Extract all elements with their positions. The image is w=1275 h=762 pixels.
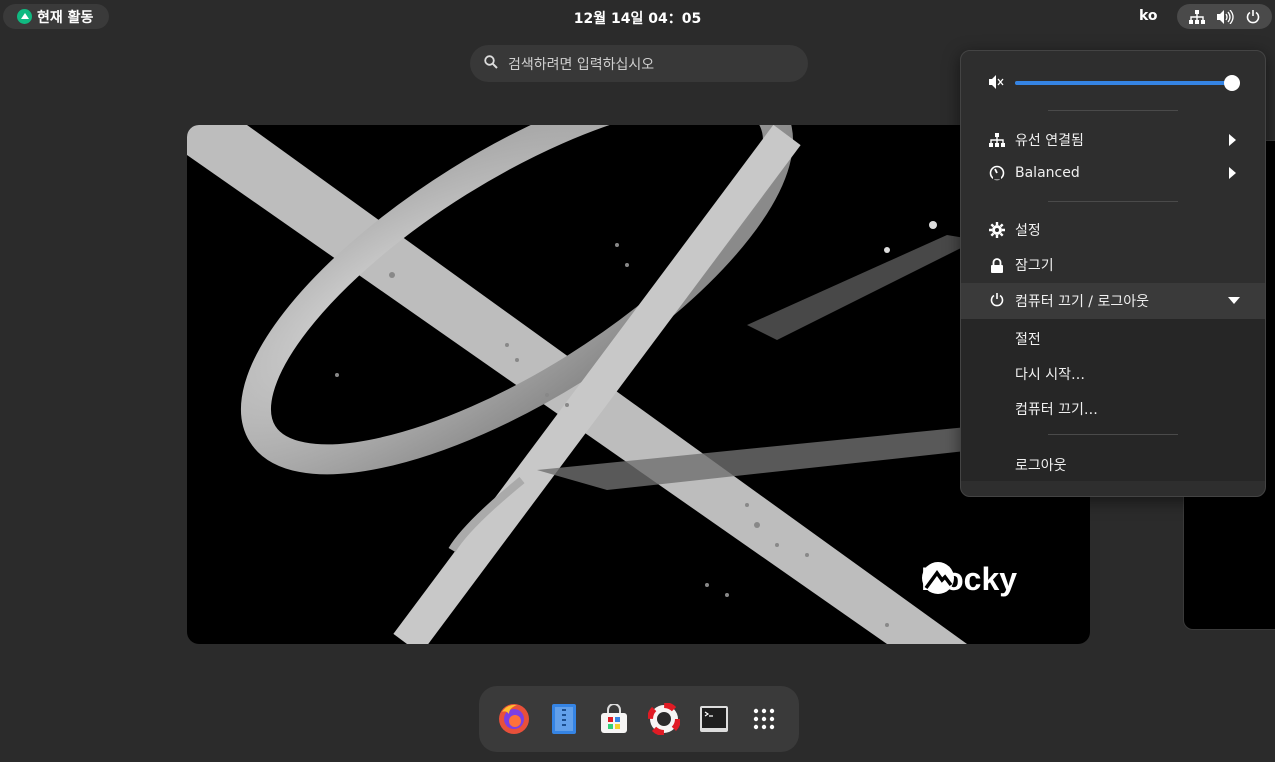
- power-off-logout-item[interactable]: 컴퓨터 끄기 / 로그아웃: [961, 283, 1265, 319]
- network-icon: [1189, 9, 1205, 24]
- lock-item[interactable]: 잠그기: [961, 248, 1265, 282]
- volume-slider-fill: [1015, 81, 1232, 85]
- power-submenu: 절전 다시 시작… 컴퓨터 끄기… 로그아웃: [961, 319, 1265, 481]
- settings-label: 설정: [1015, 223, 1041, 239]
- input-language-indicator[interactable]: ko: [1139, 8, 1158, 24]
- settings-item[interactable]: 설정: [961, 213, 1265, 247]
- show-apps-icon[interactable]: [746, 701, 782, 737]
- wired-connection-item[interactable]: 유선 연결됨: [961, 123, 1265, 157]
- help-icon[interactable]: [646, 701, 682, 737]
- text-editor-icon[interactable]: [546, 701, 582, 737]
- power-off-logout-label: 컴퓨터 끄기 / 로그아웃: [1015, 294, 1149, 310]
- network-icon: [989, 132, 1005, 148]
- logout-item[interactable]: 로그아웃: [1015, 455, 1067, 475]
- volume-icon: [1217, 9, 1234, 24]
- power-mode-label: Balanced: [1015, 165, 1080, 181]
- top-bar: 현재 활동 12월 14일 04：05 ko: [0, 0, 1275, 34]
- wired-connection-label: 유선 연결됨: [1015, 133, 1084, 149]
- dash: [479, 686, 799, 752]
- rocky-brand: Rocky: [921, 561, 1017, 598]
- expanded-arrow-icon: [1228, 297, 1240, 304]
- menu-separator: [1048, 110, 1178, 111]
- software-icon[interactable]: [596, 701, 632, 737]
- power-profile-icon: [989, 165, 1005, 181]
- clock-label: 12월 14일 04：05: [573, 11, 702, 27]
- search-entry[interactable]: 검색하려면 입력하십시오: [470, 45, 808, 82]
- volume-muted-icon[interactable]: [988, 74, 1004, 94]
- system-tray[interactable]: [1177, 4, 1272, 29]
- power-off-item[interactable]: 컴퓨터 끄기…: [1015, 399, 1098, 419]
- gear-icon: [989, 222, 1005, 238]
- restart-item[interactable]: 다시 시작…: [1015, 364, 1085, 384]
- power-icon: [989, 292, 1005, 308]
- clock[interactable]: 12월 14일 04：05: [0, 8, 1275, 28]
- firefox-icon[interactable]: [496, 701, 532, 737]
- power-icon: [1246, 9, 1260, 24]
- submenu-arrow-icon: [1229, 167, 1236, 179]
- submenu-arrow-icon: [1229, 134, 1236, 146]
- workspace-thumbnail[interactable]: Rocky: [187, 125, 1090, 644]
- volume-slider-handle[interactable]: [1224, 75, 1240, 91]
- search-placeholder: 검색하려면 입력하십시오: [508, 56, 655, 73]
- menu-separator: [1048, 201, 1178, 202]
- suspend-item[interactable]: 절전: [1015, 329, 1041, 349]
- lock-icon: [989, 257, 1005, 273]
- search-icon: [484, 54, 498, 73]
- power-mode-item[interactable]: Balanced: [961, 156, 1265, 190]
- volume-row: [961, 67, 1265, 99]
- rocky-logo-icon: [922, 562, 954, 594]
- menu-separator: [1048, 434, 1178, 435]
- terminal-icon[interactable]: [696, 701, 732, 737]
- lock-label: 잠그기: [1015, 258, 1054, 274]
- system-menu: 유선 연결됨 Balanced 설정 잠그기 컴퓨터 끄기 / 로그아웃 절전 …: [960, 50, 1266, 497]
- volume-slider[interactable]: [1015, 75, 1240, 91]
